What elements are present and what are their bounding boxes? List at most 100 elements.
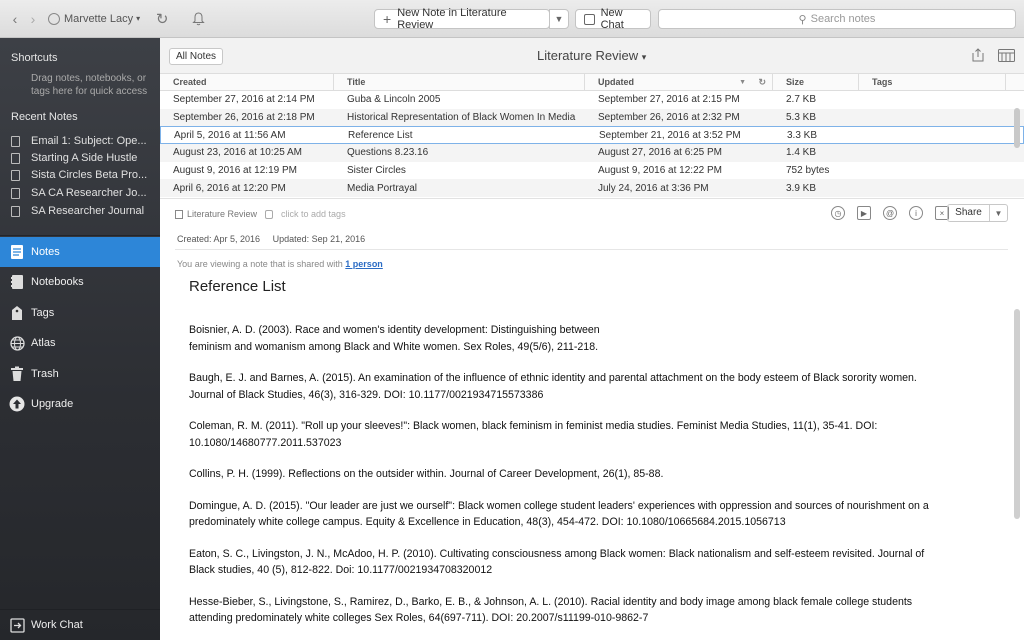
- recent-note-label: Sista Circles Beta Pro...: [31, 169, 148, 181]
- reference-line: Coleman, R. M. (2011). "Roll up your sle…: [189, 420, 878, 432]
- table-row[interactable]: April 6, 2016 at 12:20 PM Media Portraya…: [160, 179, 1024, 198]
- reference-line: attending predominately white colleges S…: [189, 612, 649, 624]
- cell-updated: September 26, 2016 at 2:32 PM: [598, 112, 740, 124]
- refresh-icon[interactable]: ↻: [758, 74, 766, 91]
- user-menu[interactable]: Marvette Lacy ▾: [48, 12, 140, 25]
- upgrade-icon: [9, 396, 25, 412]
- note-icon: [11, 169, 20, 181]
- cell-created: September 26, 2016 at 2:18 PM: [173, 112, 315, 124]
- column-size[interactable]: Size: [773, 74, 859, 90]
- sidebar-item-notes[interactable]: Notes: [0, 237, 160, 267]
- note-icon: [11, 135, 20, 147]
- note-body[interactable]: Boisnier, A. D. (2003). Race and women's…: [189, 322, 989, 640]
- cell-size: 5.3 KB: [786, 112, 817, 124]
- sidebar-item-atlas[interactable]: Atlas: [0, 328, 160, 358]
- recent-note-label: Starting A Side Hustle: [31, 152, 138, 164]
- reference-entry: Collins, P. H. (1999). Reflections on th…: [189, 466, 989, 483]
- note-icon: [11, 152, 20, 164]
- user-name: Marvette Lacy: [64, 12, 134, 25]
- reference-entry: Hesse-Bieber, S., Livingstone, S., Ramir…: [189, 594, 989, 627]
- new-note-button[interactable]: + New Note in Literature Review: [374, 7, 550, 31]
- chevron-down-icon: ▾: [641, 52, 647, 62]
- table-row-selected[interactable]: April 5, 2016 at 11:56 AM Reference List…: [160, 126, 1024, 145]
- recent-note-item[interactable]: Starting A Side Hustle: [11, 152, 151, 164]
- add-tags-field[interactable]: click to add tags: [281, 209, 346, 219]
- cell-title: Questions 8.23.16: [347, 147, 429, 159]
- recent-notes-heading: Recent Notes: [11, 111, 78, 123]
- note-icon: [11, 187, 20, 199]
- notebook-title-dropdown[interactable]: Literature Review ▾: [537, 48, 646, 63]
- editor-scrollbar[interactable]: [1014, 309, 1020, 519]
- recent-note-label: SA CA Researcher Jo...: [31, 187, 147, 199]
- sidebar-item-label: Trash: [31, 368, 59, 380]
- share-icon[interactable]: [972, 48, 984, 62]
- at-mention-icon[interactable]: @: [883, 206, 897, 220]
- presentation-icon[interactable]: ▶: [857, 206, 871, 220]
- chevron-down-icon[interactable]: ▼: [990, 209, 1007, 218]
- recent-note-item[interactable]: SA Researcher Journal: [11, 205, 151, 217]
- shortcuts-heading: Shortcuts: [11, 52, 58, 64]
- cell-title: Media Portrayal: [347, 182, 418, 194]
- share-button[interactable]: Share ▼: [947, 204, 1008, 222]
- reference-line: Hesse-Bieber, S., Livingstone, S., Ramir…: [189, 595, 913, 608]
- sync-icon[interactable]: ↻: [154, 11, 170, 28]
- sidebar-item-label: Upgrade: [31, 398, 74, 410]
- cell-title: Guba & Lincoln 2005: [347, 94, 441, 106]
- recent-note-item[interactable]: Sista Circles Beta Pro...: [11, 169, 151, 181]
- reference-line: Black studies, 40 (5), 812-822. Doi: 10.…: [189, 564, 493, 576]
- column-tags[interactable]: Tags: [859, 74, 1006, 90]
- table-row[interactable]: August 9, 2016 at 12:19 PM Sister Circle…: [160, 162, 1024, 180]
- sidebar-item-upgrade[interactable]: Upgrade: [0, 389, 160, 419]
- back-arrow-icon[interactable]: ‹: [6, 9, 24, 29]
- shared-people-link[interactable]: 1 person: [345, 259, 383, 269]
- table-row[interactable]: August 23, 2016 at 10:25 AM Questions 8.…: [160, 144, 1024, 162]
- cell-updated: July 24, 2016 at 3:36 PM: [598, 182, 709, 194]
- updated-date: Updated: Sep 21, 2016: [272, 234, 366, 244]
- trash-icon: [9, 366, 25, 382]
- cell-created: April 6, 2016 at 12:20 PM: [173, 182, 286, 194]
- recent-note-item[interactable]: SA CA Researcher Jo...: [11, 187, 151, 199]
- note-list-scrollbar[interactable]: [1014, 108, 1020, 148]
- globe-icon: [9, 335, 25, 351]
- recent-note-label: Email 1: Subject: Ope...: [31, 135, 147, 147]
- work-chat-label: Work Chat: [31, 619, 83, 631]
- info-icon[interactable]: i: [909, 206, 923, 220]
- reference-entry: Coleman, R. M. (2011). "Roll up your sle…: [189, 418, 989, 451]
- reference-line: Journal of Black Studies, 46(3), 316-329…: [189, 388, 544, 401]
- note-title[interactable]: Reference List: [189, 278, 286, 295]
- reference-line: feminism and womanism among Black and Wh…: [189, 340, 599, 353]
- note-list-table: Created Title Updated ▼ ↻ Size Tags Sept…: [160, 74, 1024, 198]
- bell-icon[interactable]: [190, 11, 206, 27]
- recent-note-item[interactable]: Email 1: Subject: Ope...: [11, 135, 151, 147]
- new-note-dropdown[interactable]: ▼: [549, 9, 569, 29]
- note-notebook[interactable]: Literature Review: [187, 209, 257, 219]
- sidebar-item-notebooks[interactable]: Notebooks: [0, 267, 160, 297]
- notebook-icon: [175, 209, 183, 219]
- sidebar-item-tags[interactable]: Tags: [0, 298, 160, 328]
- reminder-icon[interactable]: ◷: [831, 206, 845, 220]
- sidebar-item-label: Notebooks: [31, 276, 84, 288]
- new-chat-button[interactable]: New Chat: [575, 7, 651, 31]
- all-notes-button[interactable]: All Notes: [169, 48, 224, 65]
- reference-entry: Domingue, A. D. (2015). "Our leader are …: [189, 498, 989, 531]
- note-dates: Created: Apr 5, 2016 Updated: Sep 21, 20…: [177, 234, 365, 244]
- sidebar-item-trash[interactable]: Trash: [0, 359, 160, 389]
- forward-arrow-icon[interactable]: ›: [24, 9, 42, 29]
- search-input[interactable]: ⚲ Search notes: [658, 9, 1016, 29]
- table-row[interactable]: September 27, 2016 at 2:14 PM Guba & Lin…: [160, 91, 1024, 109]
- new-note-label: New Note in Literature Review: [397, 7, 507, 31]
- cell-title: Historical Representation of Black Women…: [347, 112, 576, 124]
- column-updated[interactable]: Updated ▼ ↻: [585, 74, 773, 90]
- column-title[interactable]: Title: [334, 74, 585, 90]
- view-options-icon[interactable]: [998, 49, 1015, 62]
- work-chat-button[interactable]: Work Chat: [0, 610, 160, 640]
- table-row[interactable]: September 26, 2016 at 2:18 PM Historical…: [160, 108, 1024, 127]
- cell-created: September 27, 2016 at 2:14 PM: [173, 94, 315, 106]
- share-label: Share: [948, 205, 990, 221]
- cell-updated: September 27, 2016 at 2:15 PM: [598, 94, 740, 106]
- cell-size: 3.9 KB: [786, 182, 817, 194]
- column-created[interactable]: Created: [160, 74, 334, 90]
- main-toolbar: ‹ › Marvette Lacy ▾ ↻ + New Note in Lite…: [0, 0, 1024, 38]
- cell-updated: August 9, 2016 at 12:22 PM: [598, 165, 722, 177]
- note-meta-bar: Literature Review click to add tags: [175, 209, 346, 219]
